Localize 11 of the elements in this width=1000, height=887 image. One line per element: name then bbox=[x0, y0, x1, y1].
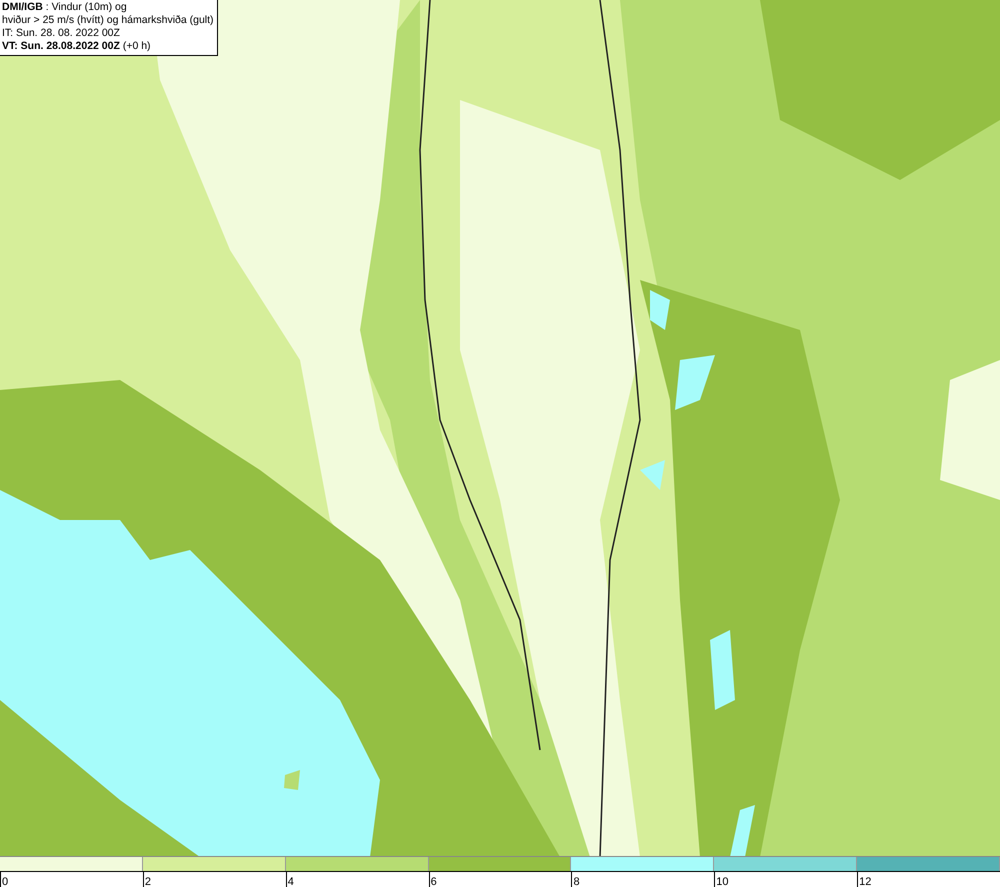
title-text: DMI/IGB : Vindur (10m) og bbox=[2, 1, 128, 14]
legend-label: 12 bbox=[859, 876, 872, 887]
legend-label: 0 bbox=[2, 876, 8, 887]
legend-label: 8 bbox=[573, 876, 580, 887]
title-text: hviður > 25 m/s (hvítt) og hámarkshviða (gult) bbox=[2, 14, 214, 27]
legend-label: 6 bbox=[430, 876, 437, 887]
title-text: IT: Sun. 28. 08. 2022 00Z bbox=[2, 27, 121, 40]
legend-label: 4 bbox=[288, 876, 294, 887]
title-text: VT: Sun. 28.08.2022 00Z (+0 h) bbox=[2, 40, 152, 53]
legend-label: 2 bbox=[144, 876, 151, 887]
legend-label: 10 bbox=[716, 876, 729, 887]
